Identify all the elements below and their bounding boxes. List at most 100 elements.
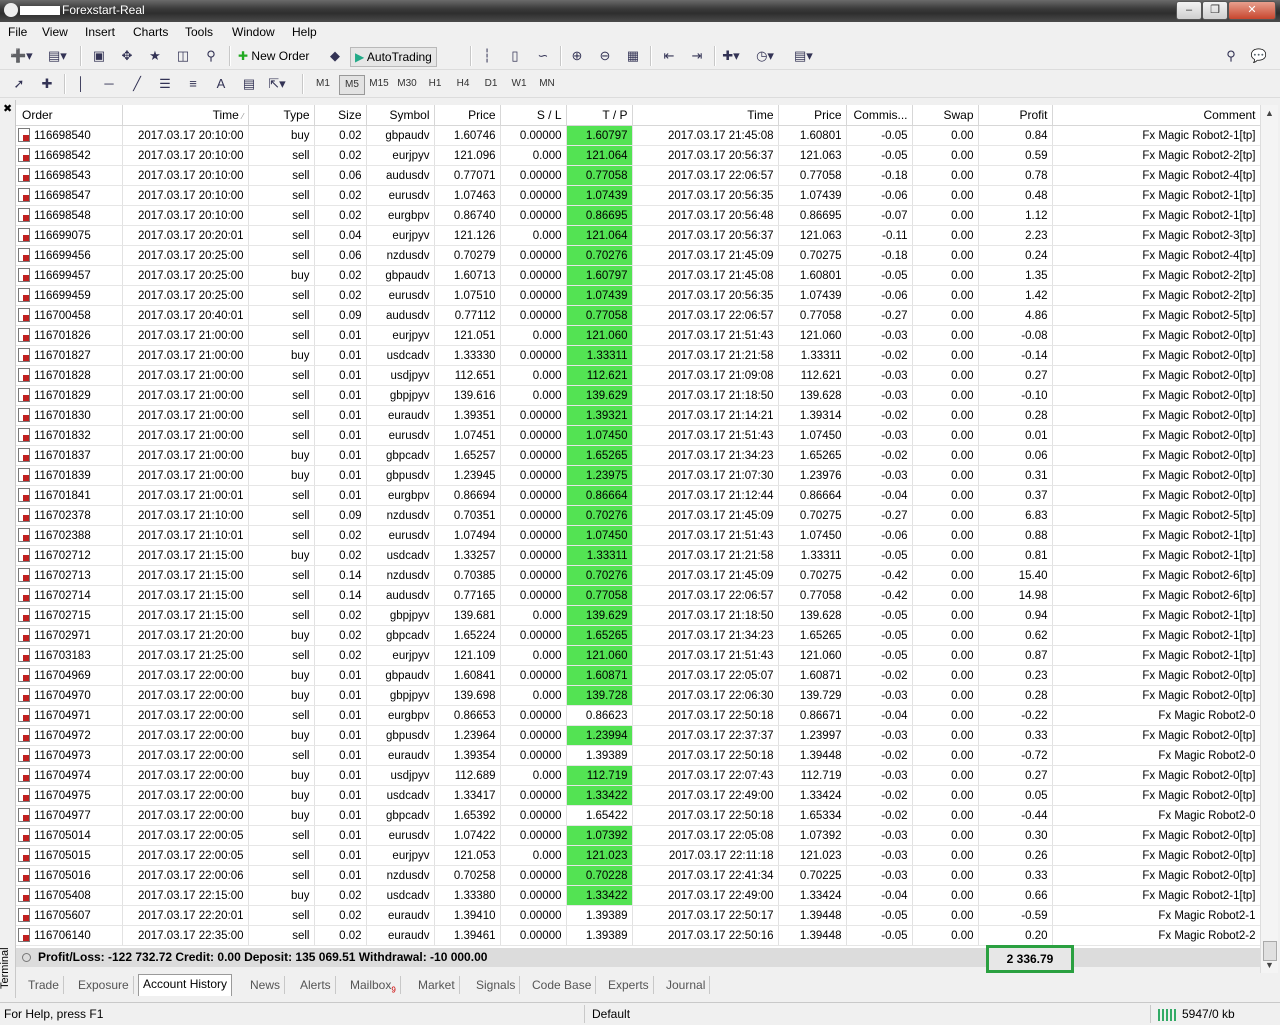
table-row[interactable]: 116704975 2017.03.17 22:00:00 buy 0.01 usdca… [16,785,1260,806]
tab-alerts[interactable]: Alerts [296,976,336,994]
scroll-down-icon[interactable]: ▼ [1261,957,1278,973]
search-icon[interactable]: ⚲ [1222,47,1240,65]
table-row[interactable]: 116701832 2017.03.17 21:00:00 sell 0.01 euru… [16,425,1260,446]
table-row[interactable]: 116702715 2017.03.17 21:15:00 sell 0.02 gbpj… [16,605,1260,626]
table-row[interactable]: 116705016 2017.03.17 22:00:06 sell 0.01 nzdu… [16,865,1260,886]
market-watch-icon[interactable]: ▣ [90,47,108,65]
table-row[interactable]: 116699457 2017.03.17 20:25:00 buy 0.02 gbpau… [16,265,1260,286]
metaeditor-icon[interactable]: ◆ [326,47,344,65]
menu-view[interactable]: View [42,25,68,39]
column-header-symbol[interactable]: Symbol [366,105,435,126]
crosshair-icon[interactable]: ✚ [38,75,56,93]
table-row[interactable]: 116705014 2017.03.17 22:00:05 sell 0.01 euru… [16,825,1260,846]
table-row[interactable]: 116701827 2017.03.17 21:00:00 buy 0.01 usdca… [16,345,1260,366]
table-row[interactable]: 116704970 2017.03.17 22:00:00 buy 0.01 gbpjp… [16,685,1260,706]
column-header-commission[interactable]: Commis... [846,105,913,126]
maximize-button[interactable]: ❐ [1202,1,1228,20]
table-row[interactable]: 116704971 2017.03.17 22:00:00 sell 0.01 eurg… [16,705,1260,726]
timeframe-h1[interactable]: H1 [423,75,447,93]
tab-code-base[interactable]: Code Base [528,976,597,994]
tile-windows-icon[interactable]: ▦ [624,47,642,65]
table-row[interactable]: 116701828 2017.03.17 21:00:00 sell 0.01 usdj… [16,365,1260,386]
trendline-icon[interactable]: ╱ [128,75,146,93]
column-header-tp[interactable]: T / P [566,105,633,126]
table-row[interactable]: 116701826 2017.03.17 21:00:00 sell 0.01 eurj… [16,325,1260,346]
table-row[interactable]: 116705408 2017.03.17 22:15:00 buy 0.02 usdca… [16,885,1260,906]
table-row[interactable]: 116706140 2017.03.17 22:35:00 sell 0.02 eura… [16,925,1260,946]
new-order-button[interactable]: ✚ New Order [238,47,309,65]
navigator-icon[interactable]: ✥ [118,47,136,65]
column-header-sl[interactable]: S / L [500,105,567,126]
table-row[interactable]: 116704972 2017.03.17 22:00:00 buy 0.01 gbpus… [16,725,1260,746]
scroll-up-icon[interactable]: ▲ [1261,105,1278,121]
cursor-icon[interactable]: ➚ [10,75,28,93]
tab-experts[interactable]: Experts [604,976,654,994]
table-row[interactable]: 116700458 2017.03.17 20:40:01 sell 0.09 audu… [16,305,1260,326]
table-row[interactable]: 116704977 2017.03.17 22:00:00 buy 0.01 gbpca… [16,805,1260,826]
favorites-icon[interactable]: ★ [146,47,164,65]
table-row[interactable]: 116698547 2017.03.17 20:10:00 sell 0.02 euru… [16,185,1260,206]
table-row[interactable]: 116704969 2017.03.17 22:00:00 buy 0.01 gbpau… [16,665,1260,686]
close-button[interactable]: ✕ [1228,1,1276,20]
table-row[interactable]: 116699456 2017.03.17 20:25:00 sell 0.06 nzdu… [16,245,1260,266]
tab-news[interactable]: News [246,976,286,994]
table-row[interactable]: 116698540 2017.03.17 20:10:00 buy 0.02 gbpau… [16,125,1260,146]
close-terminal-icon[interactable]: ✖ [3,102,12,115]
table-row[interactable]: 116705015 2017.03.17 22:00:05 sell 0.01 eurj… [16,845,1260,866]
tab-signals[interactable]: Signals [472,976,521,994]
menu-charts[interactable]: Charts [133,25,168,39]
new-chart-icon[interactable]: ➕▾ [10,47,33,65]
zoom-out-icon[interactable]: ⊖ [596,47,614,65]
table-row[interactable]: 116701841 2017.03.17 21:00:01 sell 0.01 eurg… [16,485,1260,506]
table-row[interactable]: 116699459 2017.03.17 20:25:00 sell 0.02 euru… [16,285,1260,306]
timeframe-d1[interactable]: D1 [479,75,503,93]
table-row[interactable]: 116705607 2017.03.17 22:20:01 sell 0.02 eura… [16,905,1260,926]
fibonacci-icon[interactable]: ≡ [184,75,202,93]
templates-icon[interactable]: ▤▾ [794,47,813,65]
arrows-icon[interactable]: ⇱▾ [268,75,286,93]
timeframe-m1[interactable]: M1 [311,75,335,93]
column-header-close-time[interactable]: Time [632,105,779,126]
autoscroll-icon[interactable]: ⇥ [688,47,706,65]
equidistant-channel-icon[interactable]: ☰ [156,75,174,93]
tab-mailbox[interactable]: Mailbox9 [346,976,401,994]
timeframe-m30[interactable]: M30 [395,75,419,93]
tab-account-history[interactable]: Account History [138,974,233,996]
table-row[interactable]: 116698548 2017.03.17 20:10:00 sell 0.02 eurg… [16,205,1260,226]
bar-chart-icon[interactable]: ┆ [478,47,496,65]
vertical-scrollbar[interactable]: ▲ ▼ [1260,105,1278,973]
line-chart-icon[interactable]: ∽ [534,47,552,65]
menu-window[interactable]: Window [232,25,275,39]
table-row[interactable]: 116704973 2017.03.17 22:00:00 sell 0.01 eura… [16,745,1260,766]
chat-icon[interactable]: 💬 [1250,47,1268,65]
table-row[interactable]: 116701839 2017.03.17 21:00:00 buy 0.01 gbpus… [16,465,1260,486]
column-header-type[interactable]: Type [248,105,315,126]
table-row[interactable]: 116702712 2017.03.17 21:15:00 buy 0.02 usdca… [16,545,1260,566]
column-header-profit[interactable]: Profit [978,105,1053,126]
menu-insert[interactable]: Insert [85,25,115,39]
text-label-icon[interactable]: ▤ [240,75,258,93]
table-row[interactable]: 116701829 2017.03.17 21:00:00 sell 0.01 gbpj… [16,385,1260,406]
column-header-swap[interactable]: Swap [912,105,979,126]
periods-icon[interactable]: ◷▾ [756,47,774,65]
timeframe-w1[interactable]: W1 [507,75,531,93]
table-row[interactable]: 116704974 2017.03.17 22:00:00 buy 0.01 usdjp… [16,765,1260,786]
table-row[interactable]: 116702378 2017.03.17 21:10:00 sell 0.09 nzdu… [16,505,1260,526]
menu-file[interactable]: File [8,25,27,39]
table-row[interactable]: 116699075 2017.03.17 20:20:01 sell 0.04 eurj… [16,225,1260,246]
table-row[interactable]: 116698543 2017.03.17 20:10:00 sell 0.06 audu… [16,165,1260,186]
table-row[interactable]: 116702971 2017.03.17 21:20:00 buy 0.02 gbpca… [16,625,1260,646]
tab-market[interactable]: Market [414,976,460,994]
table-row[interactable]: 116702714 2017.03.17 21:15:00 sell 0.14 audu… [16,585,1260,606]
table-row[interactable]: 116702713 2017.03.17 21:15:00 sell 0.14 nzdu… [16,565,1260,586]
table-row[interactable]: 116702388 2017.03.17 21:10:01 sell 0.02 euru… [16,525,1260,546]
candlestick-icon[interactable]: ▯ [506,47,524,65]
column-header-price[interactable]: Price [434,105,501,126]
column-header-comment[interactable]: Comment [1052,105,1260,126]
strategy-tester-icon[interactable]: ⚲ [202,47,220,65]
tab-trade[interactable]: Trade [24,976,64,994]
table-row[interactable]: 116701837 2017.03.17 21:00:00 buy 0.01 gbpca… [16,445,1260,466]
minimize-button[interactable]: – [1176,1,1202,20]
chart-shift-icon[interactable]: ⇤ [660,47,678,65]
tab-exposure[interactable]: Exposure [74,976,134,994]
